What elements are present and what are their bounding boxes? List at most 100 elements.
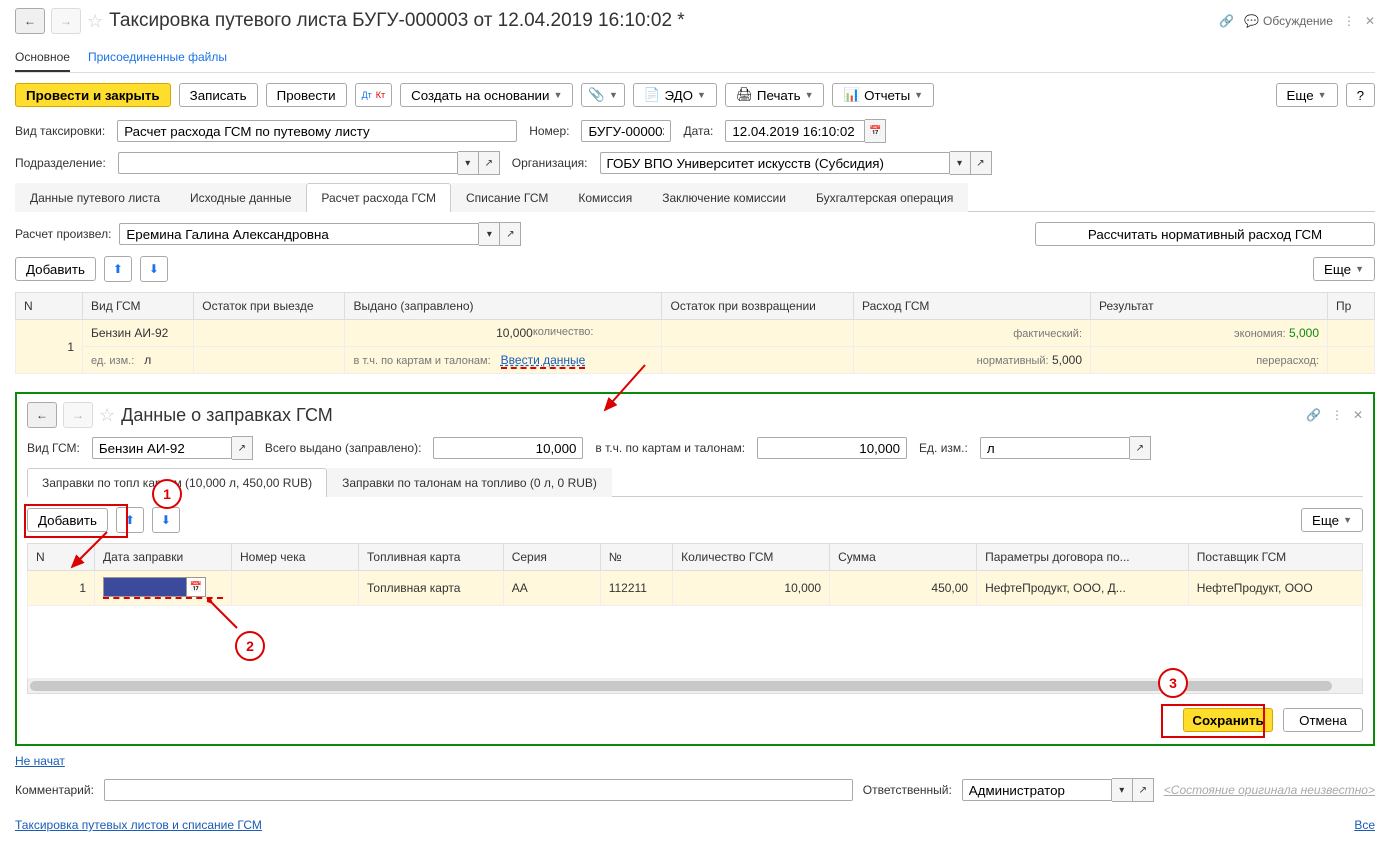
comment-label: Комментарий: — [15, 783, 94, 797]
table-row[interactable]: ед. изм.: л в т.ч. по картам и талонам: … — [16, 347, 1375, 374]
tab-calc[interactable]: Расчет расхода ГСМ — [306, 183, 451, 212]
star-icon[interactable]: ☆ — [87, 11, 103, 32]
help-button[interactable]: ? — [1346, 83, 1375, 107]
org-input[interactable] — [600, 152, 950, 174]
edo-button[interactable]: 📄 ЭДО▼ — [633, 83, 717, 107]
comment-input[interactable] — [104, 779, 853, 801]
tab-refuel-coupons[interactable]: Заправки по талонам на топливо (0 л, 0 R… — [327, 468, 612, 497]
m-unit-input[interactable] — [980, 437, 1130, 459]
calc-norm-button[interactable]: Рассчитать нормативный расход ГСМ — [1035, 222, 1375, 246]
link-icon[interactable]: 🔗 — [1306, 408, 1321, 422]
type-input[interactable] — [117, 120, 517, 142]
post-close-button[interactable]: Провести и закрыть — [15, 83, 171, 107]
th-outrem: Остаток при выезде — [194, 293, 345, 320]
m-cards-label: в т.ч. по картам и талонам: — [595, 441, 745, 455]
callout-2: 2 — [235, 631, 265, 661]
num-input[interactable] — [581, 120, 671, 142]
m-total-label: Всего выдано (заправлено): — [265, 441, 422, 455]
tab-accounting[interactable]: Бухгалтерская операция — [801, 183, 968, 212]
date-input[interactable] — [725, 120, 865, 142]
more-button[interactable]: Еще▼ — [1276, 83, 1338, 107]
close-icon[interactable]: ✕ — [1365, 14, 1375, 28]
reports-button[interactable]: 📊 Отчеты▼ — [832, 83, 934, 107]
tab-source[interactable]: Исходные данные — [175, 183, 306, 212]
nav-fwd[interactable]: → — [51, 8, 81, 34]
tab-conclusion[interactable]: Заключение комиссии — [647, 183, 801, 212]
dtkt-icon[interactable]: ДᴛКᴛ — [355, 83, 393, 107]
resp-input[interactable] — [962, 779, 1112, 801]
th-type: Вид ГСМ — [83, 293, 194, 320]
dropdown-icon[interactable]: ▾ — [950, 151, 971, 175]
date-cell[interactable]: 📅 — [103, 577, 223, 599]
link-icon[interactable]: 🔗 — [1219, 14, 1234, 28]
dropdown-icon[interactable]: ▾ — [1112, 778, 1133, 802]
state-link[interactable]: <Состояние оригинала неизвестно> — [1164, 783, 1375, 797]
date-label: Дата: — [683, 124, 713, 138]
menu-dots-icon[interactable]: ⋮ — [1343, 14, 1355, 28]
create-based-button[interactable]: Создать на основании▼ — [400, 83, 573, 107]
th-issued: Выдано (заправлено) — [345, 293, 662, 320]
save-button[interactable]: Сохранить — [1183, 708, 1273, 732]
add-button[interactable]: Добавить — [15, 257, 96, 281]
calendar-icon[interactable]: 📅 — [865, 119, 886, 143]
tab-waybill[interactable]: Данные путевого листа — [15, 183, 175, 212]
m-type-input[interactable] — [92, 437, 232, 459]
calendar-icon[interactable]: 📅 — [187, 577, 206, 597]
div-input[interactable] — [118, 152, 458, 174]
discuss-button[interactable]: 💬Обсуждение — [1244, 14, 1333, 28]
dropdown-icon[interactable]: ▾ — [458, 151, 479, 175]
open-icon[interactable]: ↗ — [232, 436, 253, 460]
bottom-link[interactable]: Таксировка путевых листов и списание ГСМ — [15, 818, 262, 832]
move-up-icon[interactable]: ⬆ — [116, 507, 144, 533]
table-row[interactable]: 1 Бензин АИ-92 количество:10,000 фактиче… — [16, 320, 1375, 347]
th-res: Результат — [1091, 293, 1328, 320]
m-cards-input[interactable] — [757, 437, 907, 459]
menu-dots-icon[interactable]: ⋮ — [1331, 408, 1343, 422]
not-started-link[interactable]: Не начат — [15, 754, 65, 768]
open-icon[interactable]: ↗ — [1130, 436, 1151, 460]
page-title: Таксировка путевого листа БУГУ-000003 от… — [109, 10, 685, 32]
modal-nav-fwd[interactable]: → — [63, 402, 93, 428]
callout-1: 1 — [152, 479, 182, 509]
modal-more-button[interactable]: Еще▼ — [1301, 508, 1363, 532]
nav-main[interactable]: Основное — [15, 44, 70, 72]
fuel-calc-table: N Вид ГСМ Остаток при выезде Выдано (зап… — [15, 292, 1375, 374]
move-down-icon[interactable]: ⬇ — [140, 256, 168, 282]
div-label: Подразделение: — [15, 156, 106, 170]
calc-by-input[interactable] — [119, 223, 479, 245]
open-icon[interactable]: ↗ — [500, 222, 521, 246]
modal-nav-back[interactable]: ← — [27, 402, 57, 428]
move-down-icon[interactable]: ⬇ — [152, 507, 180, 533]
attach-icon[interactable]: 📎▼ — [581, 83, 625, 107]
open-icon[interactable]: ↗ — [479, 151, 500, 175]
m-total-input[interactable] — [433, 437, 583, 459]
nav-files[interactable]: Присоединенные файлы — [88, 44, 227, 72]
write-button[interactable]: Записать — [179, 83, 258, 107]
all-link[interactable]: Все — [1354, 818, 1375, 832]
resp-label: Ответственный: — [863, 783, 952, 797]
open-icon[interactable]: ↗ — [1133, 778, 1154, 802]
tab-commission[interactable]: Комиссия — [563, 183, 647, 212]
print-button[interactable]: 🖨 Печать▼ — [725, 83, 825, 107]
more-button[interactable]: Еще▼ — [1313, 257, 1375, 281]
calc-by-label: Расчет произвел: — [15, 227, 111, 241]
num-label: Номер: — [529, 124, 569, 138]
nav-back[interactable]: ← — [15, 8, 45, 34]
star-icon[interactable]: ☆ — [99, 405, 115, 426]
close-icon[interactable]: ✕ — [1353, 408, 1363, 422]
type-label: Вид таксировки: — [15, 124, 105, 138]
move-up-icon[interactable]: ⬆ — [104, 256, 132, 282]
refuel-table: N Дата заправки Номер чека Топливная кар… — [27, 543, 1363, 679]
post-button[interactable]: Провести — [266, 83, 347, 107]
th-p: Пр — [1328, 293, 1375, 320]
callout-3: 3 — [1158, 668, 1188, 698]
modal-add-button[interactable]: Добавить — [27, 508, 108, 532]
open-icon[interactable]: ↗ — [971, 151, 992, 175]
tab-writeoff[interactable]: Списание ГСМ — [451, 183, 563, 212]
modal-title: Данные о заправках ГСМ — [121, 405, 333, 426]
table-row[interactable]: 1 📅 Топливная карта АА 112211 10,000 450… — [28, 571, 1363, 606]
cancel-button[interactable]: Отмена — [1283, 708, 1363, 732]
enter-data-link[interactable]: Ввести данные — [501, 353, 586, 369]
dropdown-icon[interactable]: ▾ — [479, 222, 500, 246]
m-type-label: Вид ГСМ: — [27, 441, 80, 455]
